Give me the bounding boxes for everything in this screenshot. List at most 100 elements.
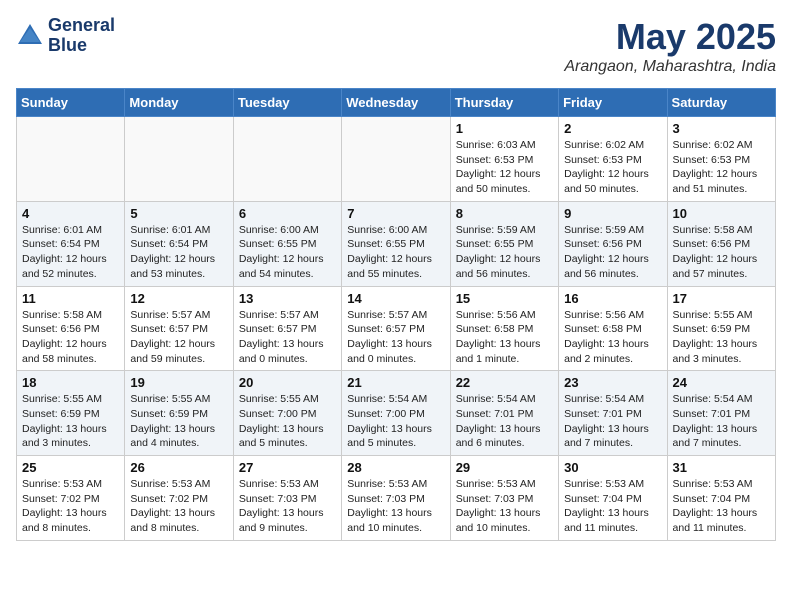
day-info: Sunrise: 6:00 AM Sunset: 6:55 PM Dayligh… bbox=[239, 223, 336, 282]
day-info: Sunrise: 5:54 AM Sunset: 7:00 PM Dayligh… bbox=[347, 392, 444, 451]
calendar-cell: 26Sunrise: 5:53 AM Sunset: 7:02 PM Dayli… bbox=[125, 456, 233, 541]
day-number: 17 bbox=[673, 291, 770, 306]
day-info: Sunrise: 5:55 AM Sunset: 6:59 PM Dayligh… bbox=[22, 392, 119, 451]
day-number: 31 bbox=[673, 460, 770, 475]
day-number: 5 bbox=[130, 206, 227, 221]
calendar-cell bbox=[125, 117, 233, 202]
day-info: Sunrise: 6:02 AM Sunset: 6:53 PM Dayligh… bbox=[564, 138, 661, 197]
month-title: May 2025 bbox=[564, 16, 776, 58]
day-number: 15 bbox=[456, 291, 553, 306]
day-number: 12 bbox=[130, 291, 227, 306]
calendar-week-row: 18 Sunrise: 5:55 AM Sunset: 6:59 PM Dayli… bbox=[17, 371, 776, 456]
calendar-cell: 30 Sunrise: 5:53 AM Sunset: 7:04 PM Dayli… bbox=[559, 456, 667, 541]
calendar-cell: 19 Sunrise: 5:55 AM Sunset: 6:59 PM Dayli… bbox=[125, 371, 233, 456]
calendar-cell bbox=[342, 117, 450, 202]
calendar-cell: 24 Sunrise: 5:54 AM Sunset: 7:01 PM Dayli… bbox=[667, 371, 775, 456]
calendar-week-row: 11Sunrise: 5:58 AM Sunset: 6:56 PM Dayli… bbox=[17, 286, 776, 371]
day-info: Sunrise: 5:53 AM Sunset: 7:02 PM Dayligh… bbox=[22, 477, 119, 536]
calendar-cell bbox=[17, 117, 125, 202]
location: Arangaon, Maharashtra, India bbox=[564, 58, 776, 76]
calendar-cell: 23 Sunrise: 5:54 AM Sunset: 7:01 PM Dayli… bbox=[559, 371, 667, 456]
calendar-cell: 28 Sunrise: 5:53 AM Sunset: 7:03 PM Dayli… bbox=[342, 456, 450, 541]
day-info: Sunrise: 5:53 AM Sunset: 7:03 PM Dayligh… bbox=[347, 477, 444, 536]
calendar-cell bbox=[233, 117, 341, 202]
day-number: 24 bbox=[673, 375, 770, 390]
calendar-cell: 12 Sunrise: 5:57 AM Sunset: 6:57 PM Dayli… bbox=[125, 286, 233, 371]
calendar-cell: 1 Sunrise: 6:03 AM Sunset: 6:53 PM Daylig… bbox=[450, 117, 558, 202]
logo-icon bbox=[16, 22, 44, 50]
day-number: 13 bbox=[239, 291, 336, 306]
calendar-cell: 6 Sunrise: 6:00 AM Sunset: 6:55 PM Daylig… bbox=[233, 201, 341, 286]
weekday-header-friday: Friday bbox=[559, 89, 667, 117]
day-number: 25 bbox=[22, 460, 119, 475]
day-info: Sunrise: 5:57 AM Sunset: 6:57 PM Dayligh… bbox=[130, 308, 227, 367]
weekday-header-monday: Monday bbox=[125, 89, 233, 117]
day-number: 29 bbox=[456, 460, 553, 475]
day-info: Sunrise: 5:58 AM Sunset: 6:56 PM Dayligh… bbox=[673, 223, 770, 282]
weekday-header-wednesday: Wednesday bbox=[342, 89, 450, 117]
day-number: 14 bbox=[347, 291, 444, 306]
calendar-cell: 14 Sunrise: 5:57 AM Sunset: 6:57 PM Dayli… bbox=[342, 286, 450, 371]
day-info: Sunrise: 5:53 AM Sunset: 7:03 PM Dayligh… bbox=[239, 477, 336, 536]
day-number: 28 bbox=[347, 460, 444, 475]
calendar-cell: 11Sunrise: 5:58 AM Sunset: 6:56 PM Dayli… bbox=[17, 286, 125, 371]
calendar-cell: 27Sunrise: 5:53 AM Sunset: 7:03 PM Dayli… bbox=[233, 456, 341, 541]
day-info: Sunrise: 6:01 AM Sunset: 6:54 PM Dayligh… bbox=[130, 223, 227, 282]
day-info: Sunrise: 5:56 AM Sunset: 6:58 PM Dayligh… bbox=[564, 308, 661, 367]
day-number: 20 bbox=[239, 375, 336, 390]
calendar-cell: 29 Sunrise: 5:53 AM Sunset: 7:03 PM Dayli… bbox=[450, 456, 558, 541]
day-number: 2 bbox=[564, 121, 661, 136]
day-number: 9 bbox=[564, 206, 661, 221]
day-number: 3 bbox=[673, 121, 770, 136]
title-block: May 2025 Arangaon, Maharashtra, India bbox=[564, 16, 776, 76]
calendar-cell: 22 Sunrise: 5:54 AM Sunset: 7:01 PM Dayli… bbox=[450, 371, 558, 456]
calendar-cell: 17 Sunrise: 5:55 AM Sunset: 6:59 PM Dayli… bbox=[667, 286, 775, 371]
day-info: Sunrise: 5:55 AM Sunset: 7:00 PM Dayligh… bbox=[239, 392, 336, 451]
day-info: Sunrise: 5:55 AM Sunset: 6:59 PM Dayligh… bbox=[130, 392, 227, 451]
day-number: 23 bbox=[564, 375, 661, 390]
calendar-cell: 13 Sunrise: 5:57 AM Sunset: 6:57 PM Dayli… bbox=[233, 286, 341, 371]
calendar-week-row: 4 Sunrise: 6:01 AM Sunset: 6:54 PM Daylig… bbox=[17, 201, 776, 286]
day-info: Sunrise: 5:57 AM Sunset: 6:57 PM Dayligh… bbox=[347, 308, 444, 367]
weekday-header-tuesday: Tuesday bbox=[233, 89, 341, 117]
calendar-cell: 3 Sunrise: 6:02 AM Sunset: 6:53 PM Daylig… bbox=[667, 117, 775, 202]
weekday-header-thursday: Thursday bbox=[450, 89, 558, 117]
day-number: 30 bbox=[564, 460, 661, 475]
day-number: 26 bbox=[130, 460, 227, 475]
day-number: 6 bbox=[239, 206, 336, 221]
calendar-cell: 18 Sunrise: 5:55 AM Sunset: 6:59 PM Dayli… bbox=[17, 371, 125, 456]
weekday-header-sunday: Sunday bbox=[17, 89, 125, 117]
day-number: 16 bbox=[564, 291, 661, 306]
day-number: 22 bbox=[456, 375, 553, 390]
day-info: Sunrise: 5:53 AM Sunset: 7:04 PM Dayligh… bbox=[564, 477, 661, 536]
calendar-cell: 4Sunrise: 6:01 AM Sunset: 6:54 PM Daylig… bbox=[17, 201, 125, 286]
calendar-week-row: 1 Sunrise: 6:03 AM Sunset: 6:53 PM Daylig… bbox=[17, 117, 776, 202]
day-info: Sunrise: 5:53 AM Sunset: 7:03 PM Dayligh… bbox=[456, 477, 553, 536]
page-header: General Blue May 2025 Arangaon, Maharash… bbox=[16, 16, 776, 76]
day-info: Sunrise: 6:02 AM Sunset: 6:53 PM Dayligh… bbox=[673, 138, 770, 197]
logo: General Blue bbox=[16, 16, 115, 56]
day-info: Sunrise: 5:59 AM Sunset: 6:56 PM Dayligh… bbox=[564, 223, 661, 282]
day-number: 8 bbox=[456, 206, 553, 221]
day-info: Sunrise: 5:54 AM Sunset: 7:01 PM Dayligh… bbox=[673, 392, 770, 451]
day-number: 21 bbox=[347, 375, 444, 390]
day-number: 11 bbox=[22, 291, 119, 306]
calendar-cell: 8 Sunrise: 5:59 AM Sunset: 6:55 PM Daylig… bbox=[450, 201, 558, 286]
day-number: 10 bbox=[673, 206, 770, 221]
calendar-cell: 15Sunrise: 5:56 AM Sunset: 6:58 PM Dayli… bbox=[450, 286, 558, 371]
calendar-cell: 10 Sunrise: 5:58 AM Sunset: 6:56 PM Dayli… bbox=[667, 201, 775, 286]
day-number: 18 bbox=[22, 375, 119, 390]
day-info: Sunrise: 6:03 AM Sunset: 6:53 PM Dayligh… bbox=[456, 138, 553, 197]
day-info: Sunrise: 5:55 AM Sunset: 6:59 PM Dayligh… bbox=[673, 308, 770, 367]
day-info: Sunrise: 5:59 AM Sunset: 6:55 PM Dayligh… bbox=[456, 223, 553, 282]
calendar-cell: 20 Sunrise: 5:55 AM Sunset: 7:00 PM Dayli… bbox=[233, 371, 341, 456]
day-number: 1 bbox=[456, 121, 553, 136]
calendar-cell: 16 Sunrise: 5:56 AM Sunset: 6:58 PM Dayli… bbox=[559, 286, 667, 371]
day-info: Sunrise: 5:57 AM Sunset: 6:57 PM Dayligh… bbox=[239, 308, 336, 367]
day-info: Sunrise: 5:54 AM Sunset: 7:01 PM Dayligh… bbox=[564, 392, 661, 451]
day-number: 19 bbox=[130, 375, 227, 390]
calendar-cell: 25 Sunrise: 5:53 AM Sunset: 7:02 PM Dayli… bbox=[17, 456, 125, 541]
day-info: Sunrise: 5:54 AM Sunset: 7:01 PM Dayligh… bbox=[456, 392, 553, 451]
calendar-cell: 2 Sunrise: 6:02 AM Sunset: 6:53 PM Daylig… bbox=[559, 117, 667, 202]
day-number: 4 bbox=[22, 206, 119, 221]
